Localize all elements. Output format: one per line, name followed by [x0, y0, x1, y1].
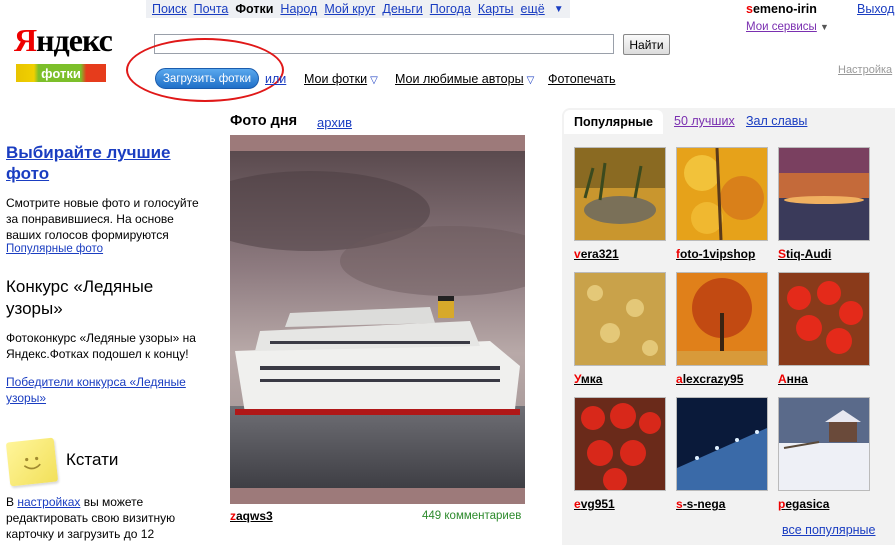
thumb-image[interactable]	[574, 147, 666, 241]
thumb-image[interactable]	[778, 147, 870, 241]
logout-link[interactable]: Выход	[857, 2, 894, 16]
kstati-heading: Кстати	[66, 450, 119, 469]
thumb-author[interactable]: pegasica	[778, 497, 829, 511]
thumb-author[interactable]: Stiq-Audi	[778, 247, 831, 261]
tip-pre: В	[6, 495, 18, 509]
thumb-author-rest: era321	[580, 247, 619, 261]
search-button[interactable]: Найти	[623, 34, 670, 55]
contest-winners-link[interactable]: Победители конкурса «Ледяные узоры»	[6, 374, 206, 406]
nav-mail[interactable]: Почта	[194, 2, 229, 16]
my-photos-label: Мои фотки	[304, 72, 368, 86]
thumb-author-first: e	[574, 497, 581, 511]
or-link[interactable]: или	[265, 72, 286, 86]
thumb-author-first: a	[676, 372, 683, 386]
tip-text: В настройках вы можете редактировать сво…	[6, 494, 206, 542]
popular-photos-link[interactable]: Популярные фото	[6, 243, 103, 255]
sticky-note-icon	[5, 437, 59, 487]
thumb-image[interactable]	[778, 397, 870, 491]
thumb-author-first: s	[676, 497, 683, 511]
thumb-author-first: А	[778, 372, 787, 386]
thumb-author-rest: oto-1vipshop	[680, 247, 756, 261]
thumb-image[interactable]	[676, 397, 768, 491]
chevron-down-icon: ▽	[370, 75, 378, 86]
contest-text: Фотоконкурс «Ледяные узоры» на Яндекс.Фо…	[6, 331, 196, 361]
photo-of-day-title: Фото дня	[230, 113, 298, 129]
my-photos-menu[interactable]: Мои фотки ▽	[304, 72, 378, 86]
tab-hall-of-fame[interactable]: Зал славы	[746, 114, 807, 128]
settings-link[interactable]: Настройка	[838, 64, 892, 76]
nav-moikrug[interactable]: Мой круг	[324, 2, 375, 16]
settings-inline-link[interactable]: настройках	[17, 495, 80, 509]
logo-rest: ндекс	[36, 22, 113, 58]
promo-text: Смотрите новые фото и голосуйте за понра…	[6, 196, 199, 242]
photo-of-day-author[interactable]: zaqws3	[230, 509, 273, 523]
username-rest: emeno-irin	[752, 2, 817, 16]
thumb-author[interactable]: vera321	[574, 247, 619, 261]
photo-of-day-image[interactable]	[230, 151, 525, 488]
thumb-author-first: S	[778, 247, 787, 261]
fotki-logo-bar[interactable]: фотки	[16, 64, 106, 82]
fotki-logo-label: фотки	[41, 65, 81, 81]
thumb-image[interactable]	[676, 272, 768, 366]
all-popular-link[interactable]: все популярные	[782, 523, 876, 537]
thumb-author-rest: -s-nega	[682, 497, 726, 511]
chevron-down-icon: ▽	[526, 75, 535, 86]
thumb-author-rest: lexcrazy95	[682, 372, 744, 386]
archive-link[interactable]: архив	[317, 115, 352, 130]
thumb-author-rest: vg951	[580, 497, 615, 511]
thumb-author-first: v	[574, 247, 581, 261]
thumb-author-rest: нна	[786, 372, 808, 386]
nav-photos[interactable]: Фотки	[235, 2, 273, 16]
highlight-ellipse	[126, 38, 284, 102]
fav-authors-label: Мои любимые авторы	[395, 72, 524, 86]
nav-money[interactable]: Деньги	[382, 2, 422, 16]
username-first-letter: s	[746, 2, 753, 16]
nav-more[interactable]: ещё	[521, 2, 545, 16]
author-rest: aqws3	[236, 509, 273, 523]
thumb-image[interactable]	[574, 397, 666, 491]
logo-first-letter: Я	[14, 22, 37, 58]
thumb-author-rest: мка	[580, 372, 603, 386]
yandex-logo[interactable]: Яндекс	[14, 22, 113, 59]
chevron-down-icon[interactable]: ▼	[554, 4, 564, 15]
fav-authors-menu[interactable]: Мои любимые авторы ▽	[395, 72, 534, 86]
tab-popular[interactable]: Популярные	[564, 110, 664, 134]
nav-maps[interactable]: Карты	[478, 2, 514, 16]
username[interactable]: semeno-irin	[746, 2, 817, 16]
thumb-author[interactable]: Анна	[778, 372, 808, 386]
thumb-image[interactable]	[574, 272, 666, 366]
nav-narod[interactable]: Народ	[280, 2, 317, 16]
chevron-down-icon: ▼	[820, 22, 829, 32]
thumb-author[interactable]: evg951	[574, 497, 615, 511]
photo-of-day-frame	[230, 135, 525, 504]
comments-count[interactable]: 449 комментариев	[422, 510, 521, 522]
my-services-label: Мои сервисы	[746, 21, 817, 33]
thumb-author-rest: tiq-Audi	[786, 247, 832, 261]
top-nav: Поиск Почта Фотки Народ Мой круг Деньги …	[146, 0, 570, 18]
thumb-image[interactable]	[676, 147, 768, 241]
nav-weather[interactable]: Погода	[430, 2, 471, 16]
thumb-author[interactable]: alexcrazy95	[676, 372, 743, 386]
contest-title: Конкурс «Ледяные узоры»	[6, 277, 154, 318]
tab-best50[interactable]: 50 лучших	[674, 114, 735, 128]
promo-title[interactable]: Выбирайте лучшие фото	[6, 142, 196, 184]
thumb-image[interactable]	[778, 272, 870, 366]
thumb-author[interactable]: s-s-nega	[676, 497, 725, 511]
my-services-menu[interactable]: Мои сервисы ▼	[746, 21, 829, 33]
thumb-author[interactable]: foto-1vipshop	[676, 247, 755, 261]
thumb-author-first: У	[574, 372, 581, 386]
thumb-author-rest: egasica	[785, 497, 830, 511]
nav-search[interactable]: Поиск	[152, 2, 187, 16]
thumb-author[interactable]: Умка	[574, 372, 602, 386]
photo-print-link[interactable]: Фотопечать	[548, 72, 615, 86]
